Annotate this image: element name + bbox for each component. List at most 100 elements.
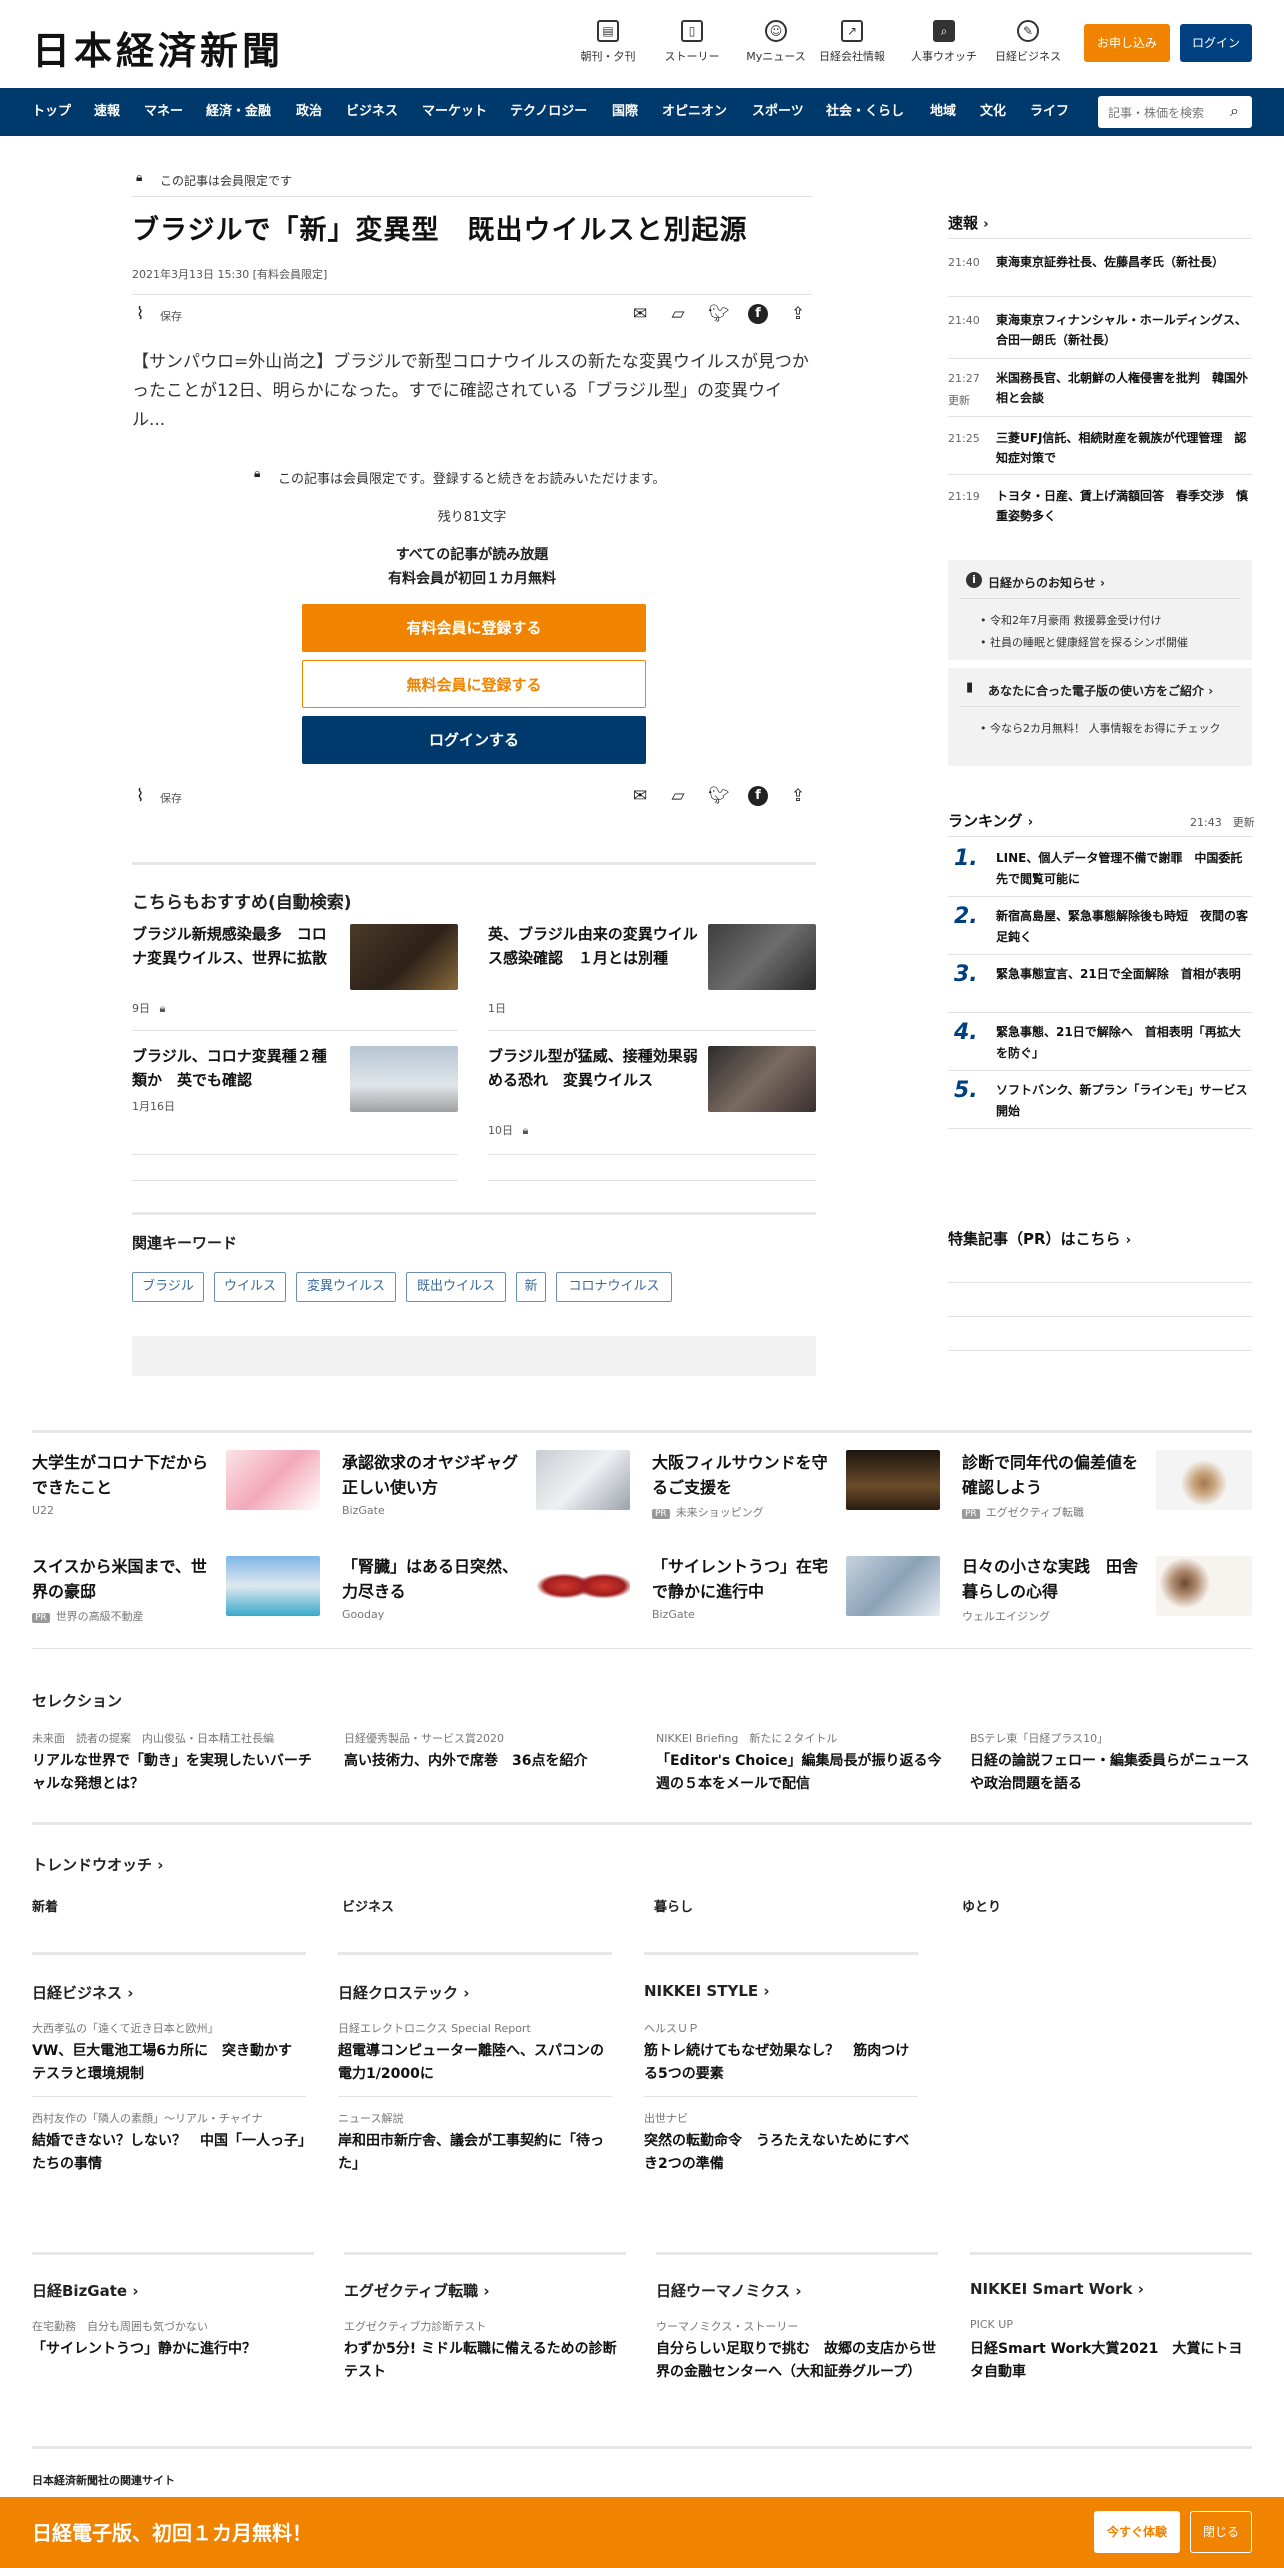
- promo-item-title[interactable]: スイスから米国まで、世界の豪邸: [32, 1554, 212, 1604]
- ranking-item[interactable]: 緊急事態、21日で解除へ 首相表明「再拡大を防ぐ」: [996, 1022, 1252, 1064]
- nav-item-society[interactable]: 社会・くらし: [826, 88, 904, 136]
- breaking-item[interactable]: 東海東京証券社長、佐藤昌孝氏（新社長）: [996, 252, 1252, 272]
- recommend-item-title[interactable]: ブラジル、コロナ変異種２種類か 英でも確認: [132, 1044, 332, 1092]
- media-item-title[interactable]: 日経Smart Work大賞2021 大賞にトヨタ自動車: [970, 2338, 1252, 2384]
- promo-item-image[interactable]: [1156, 1450, 1252, 1510]
- close-button[interactable]: 閉じる: [1190, 2511, 1252, 2553]
- guide-heading[interactable]: あなたに合った電子版の使い方をご紹介 ›: [988, 682, 1213, 699]
- paid-register-button[interactable]: 有料会員に登録する: [302, 604, 646, 652]
- ranking-heading[interactable]: ランキング ›: [948, 810, 1033, 831]
- breaking-item[interactable]: 米国務長官、北朝鮮の人権侵害を批判 韓国外相と会談: [996, 368, 1252, 408]
- header-link-newspaper[interactable]: ▤ 朝刊・夕刊: [568, 20, 648, 64]
- ranking-item[interactable]: ソフトバンク、新プラン「ラインモ」サービス開始: [996, 1080, 1252, 1122]
- media-item-title[interactable]: 超電導コンピューター離陸へ、スパコンの電力1/2000に: [338, 2040, 612, 2086]
- keyword-tag[interactable]: ブラジル: [132, 1272, 204, 1302]
- twitter-icon[interactable]: 🐦︎: [708, 786, 730, 806]
- promo-item-title[interactable]: 承認欲求のオヤジギャグ正しい使い方: [342, 1450, 522, 1500]
- nav-item-top[interactable]: トップ: [32, 88, 71, 136]
- trend-tab-leisure[interactable]: ゆとり: [962, 1896, 1001, 1915]
- notice-item[interactable]: • 社員の睡眠と健康経営を探るシンポ開催: [980, 634, 1188, 650]
- media-heading[interactable]: 日経クロステック ›: [338, 1982, 469, 2003]
- search-input[interactable]: 記事・株価を検索: [1098, 96, 1252, 128]
- promo-item-image[interactable]: [226, 1556, 320, 1616]
- subscribe-button[interactable]: お申し込み: [1084, 24, 1170, 62]
- trial-button[interactable]: 今すぐ体験: [1094, 2511, 1180, 2553]
- media-heading[interactable]: NIKKEI STYLE ›: [644, 1982, 770, 2000]
- mail-icon[interactable]: ✉: [630, 786, 650, 806]
- recommend-item-title[interactable]: ブラジル型が猛威、接種効果弱める恐れ 変異ウイルス: [488, 1044, 698, 1092]
- recommend-item-image[interactable]: [350, 1046, 458, 1112]
- promo-item-image[interactable]: [226, 1450, 320, 1510]
- header-link-story[interactable]: ▯ ストーリー: [652, 20, 732, 64]
- nav-item-market[interactable]: マーケット: [422, 88, 487, 136]
- kidney-image[interactable]: [536, 1556, 630, 1616]
- login-button[interactable]: ログイン: [1180, 24, 1252, 62]
- media-heading[interactable]: エグゼクティブ転職 ›: [344, 2280, 490, 2301]
- media-heading[interactable]: 日経ウーマノミクス ›: [656, 2280, 802, 2301]
- recommend-item-title[interactable]: 英、ブラジル由来の変異ウイルス感染確認 １月とは別種: [488, 922, 698, 970]
- nav-item-business[interactable]: ビジネス: [346, 88, 398, 136]
- nav-item-politics[interactable]: 政治: [296, 88, 322, 136]
- feature-heading[interactable]: 特集記事（PR）はこちら ›: [948, 1228, 1131, 1249]
- site-logo[interactable]: 日本経済新聞: [32, 20, 284, 75]
- facebook-icon[interactable]: f: [748, 304, 768, 324]
- media-heading[interactable]: 日経BizGate ›: [32, 2280, 139, 2301]
- promo-item-image[interactable]: [846, 1556, 940, 1616]
- guide-item[interactable]: • 今なら2カ月無料！ 人事情報をお得にチェック: [980, 720, 1238, 738]
- keyword-tag[interactable]: 新: [516, 1272, 546, 1302]
- keyword-tag[interactable]: ウイルス: [214, 1272, 286, 1302]
- promo-item-image[interactable]: [846, 1450, 940, 1510]
- trend-tab-business[interactable]: ビジネス: [342, 1896, 394, 1915]
- nav-item-opinion[interactable]: オピニオン: [662, 88, 727, 136]
- recommend-item-image[interactable]: [708, 1046, 816, 1112]
- twitter-icon[interactable]: 🐦︎: [708, 304, 730, 324]
- share-icon[interactable]: ⇪: [788, 786, 808, 806]
- nav-item-region[interactable]: 地域: [930, 88, 956, 136]
- nav-item-breaking[interactable]: 速報: [94, 88, 120, 136]
- promo-item-title[interactable]: 「腎臓」はある日突然、力尽きる: [342, 1554, 522, 1604]
- nav-item-technology[interactable]: テクノロジー: [510, 88, 587, 136]
- nav-item-international[interactable]: 国際: [612, 88, 638, 136]
- ranking-item[interactable]: 緊急事態宣言、21日で全面解除 首相が表明: [996, 964, 1252, 985]
- bookmark-icon[interactable]: ▱: [668, 304, 688, 324]
- ranking-item[interactable]: LINE、個人データ管理不備で謝罪 中国委託先で閲覧可能に: [996, 848, 1252, 890]
- recommend-item-image[interactable]: [708, 924, 816, 990]
- header-link-mynews[interactable]: ☺ Myニュース: [736, 20, 816, 64]
- breaking-item[interactable]: トヨタ・日産、賃上げ満額回答 春季交渉 慎重姿勢多く: [996, 486, 1252, 526]
- ranking-item[interactable]: 新宿高島屋、緊急事態解除後も時短 夜間の客足鈍く: [996, 906, 1252, 948]
- media-item-title[interactable]: 「サイレントうつ」静かに進行中？: [32, 2338, 314, 2361]
- keyword-tag[interactable]: 既出ウイルス: [406, 1272, 506, 1302]
- header-link-personnel-watch[interactable]: ⌕ 人事ウオッチ: [904, 20, 984, 64]
- nav-item-life[interactable]: ライフ: [1030, 88, 1069, 136]
- breaking-heading[interactable]: 速報 ›: [948, 212, 989, 233]
- promo-item-image[interactable]: [536, 1450, 630, 1510]
- selection-item-title[interactable]: 高い技術力、内外で席巻 36点を紹介: [344, 1750, 634, 1773]
- nav-item-economy[interactable]: 経済・金融: [206, 88, 271, 136]
- media-item-title[interactable]: 結婚できない？しない？ 中国「一人っ子」たちの事情: [32, 2130, 306, 2176]
- free-register-button[interactable]: 無料会員に登録する: [302, 660, 646, 708]
- media-item-title[interactable]: 筋トレ続けてもなぜ効果なし？ 筋肉つける5つの要素: [644, 2040, 918, 2086]
- media-item-title[interactable]: VW、巨大電池工場6カ所に 突き動かすテスラと環境規制: [32, 2040, 306, 2086]
- media-heading[interactable]: 日経ビジネス ›: [32, 1982, 133, 2003]
- promo-item-title[interactable]: 診断で同年代の偏差値を確認しよう: [962, 1450, 1142, 1500]
- recommend-item-title[interactable]: ブラジル新規感染最多 コロナ変異ウイルス、世界に拡散: [132, 922, 332, 970]
- selection-item-title[interactable]: 日経の論説フェロー・編集委員らがニュースや政治問題を語る: [970, 1750, 1252, 1796]
- login-register-button[interactable]: ログインする: [302, 716, 646, 764]
- breaking-item[interactable]: 三菱UFJ信託、相続財産を親族が代理管理 認知症対策で: [996, 428, 1252, 468]
- recommend-item-image[interactable]: [350, 924, 458, 990]
- trend-heading[interactable]: トレンドウオッチ ›: [32, 1854, 163, 1875]
- save-button[interactable]: 保存: [160, 308, 182, 324]
- media-heading[interactable]: NIKKEI Smart Work ›: [970, 2280, 1144, 2298]
- media-item-title[interactable]: 自分らしい足取りで挑む 故郷の支店から世界の金融センターへ（大和証券グループ）: [656, 2338, 938, 2384]
- media-item-title[interactable]: 突然の転勤命令 うろたえないためにすべき2つの準備: [644, 2130, 918, 2176]
- keyword-tag[interactable]: コロナウイルス: [556, 1272, 672, 1302]
- header-link-company-info[interactable]: ↗ 日経会社情報: [808, 20, 896, 64]
- bookmark-icon[interactable]: ▱: [668, 786, 688, 806]
- selection-item-title[interactable]: 「Editor's Choice」編集局長が振り返る今週の５本をメールで配信: [656, 1750, 946, 1796]
- notice-heading[interactable]: 日経からのお知らせ ›: [988, 574, 1105, 591]
- nav-item-money[interactable]: マネー: [144, 88, 183, 136]
- media-item-title[interactable]: 岸和田市新庁舎、議会が工事契約に「待った」: [338, 2130, 612, 2176]
- notice-item[interactable]: • 令和2年7月豪雨 救援募金受け付け: [980, 612, 1162, 628]
- trend-tab-living[interactable]: 暮らし: [654, 1896, 693, 1915]
- save-button-bottom[interactable]: 保存: [160, 790, 182, 806]
